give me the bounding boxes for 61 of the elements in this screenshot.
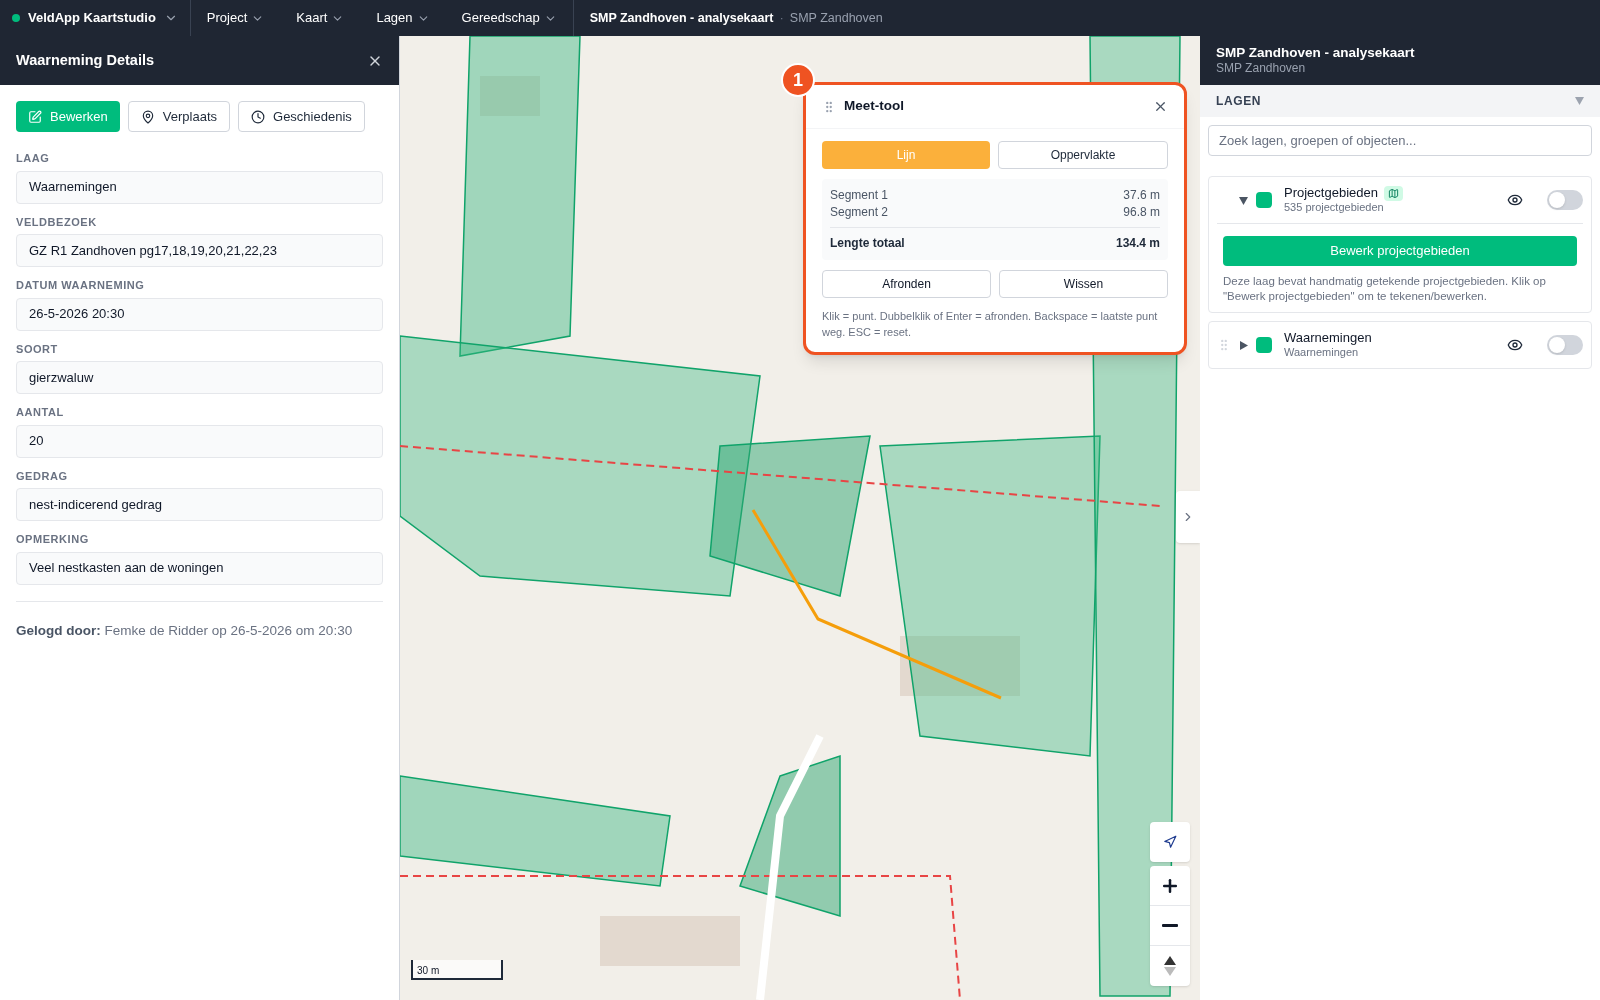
- map-pin-icon: [140, 109, 155, 124]
- visibility-icon[interactable]: [1507, 192, 1523, 208]
- search-field[interactable]: Zoek lagen, groepen of objecten...: [1208, 125, 1592, 156]
- field-label: SOORT: [16, 341, 59, 357]
- pencil-icon: [28, 109, 42, 124]
- field-label: AANTAL: [16, 405, 65, 420]
- field-label: DATUM WAARNEMING: [16, 278, 146, 293]
- compass-icon: [1163, 835, 1177, 849]
- clock-icon: [251, 109, 265, 124]
- layer-description: Deze laag bevat handmatig getekende projectgebieden. Klik op "Bewerk projectgebieden" om te tekenen/bewerken.: [1223, 274, 1547, 304]
- minus-icon: [1162, 924, 1178, 927]
- logged-by-text: Gelogd door: Femke de Ridder op 26-5-2026 om 20:30: [16, 622, 353, 638]
- panel-subtitle: SMP Zandhoven: [1216, 61, 1307, 77]
- project-name: SMP Zandhoven: [789, 9, 883, 27]
- expand-caret-icon[interactable]: [1239, 340, 1248, 350]
- field-label: VELDBEZOEK: [16, 214, 98, 230]
- north-arrow-icon: [1163, 955, 1177, 977]
- menu-item[interactable]: Gereedschap: [445, 0, 573, 36]
- tool-button[interactable]: Afronden: [822, 270, 991, 298]
- layer-count: Waarnemingen: [1284, 346, 1360, 360]
- help-text: Klik = punt. Dubbelklik of Enter = afronden. Backspace = laatste punt weg. ESC = reset.: [822, 309, 1159, 340]
- separator-dot: ·: [779, 9, 784, 28]
- scale-bar: 30 m: [411, 960, 503, 980]
- field-value[interactable]: GZ R1 Zandhoven pg17,18,19,20,21,22,23: [16, 234, 383, 267]
- action-button[interactable]: Verplaats: [127, 101, 230, 132]
- field-value[interactable]: 26-5-2026 20:30: [16, 297, 383, 331]
- field-value[interactable]: Waarnemingen: [16, 170, 383, 204]
- layer-name: Waarnemingen: [1284, 330, 1372, 347]
- field-value[interactable]: Veel nestkasten aan de woningen: [16, 551, 383, 585]
- field-value[interactable]: 20: [16, 424, 383, 458]
- total-length: 134.4 m: [1115, 235, 1160, 252]
- segment-label: Segment 1: [830, 187, 889, 204]
- field-value[interactable]: gierzwaluw: [16, 361, 383, 394]
- layer-swatch: [1256, 337, 1272, 353]
- layer-name: Projectgebieden: [1284, 185, 1378, 202]
- layer-swatch: [1256, 192, 1272, 208]
- field-label: GEDRAG: [16, 468, 69, 484]
- action-button[interactable]: Geschiedenis: [238, 101, 365, 132]
- panel-title: SMP Zandhoven - analysekaart: [1216, 44, 1416, 62]
- toggle-switch[interactable]: [1547, 335, 1583, 355]
- segment-length: 96.8 m: [1123, 204, 1160, 221]
- field-value[interactable]: nest-indicerend gedrag: [16, 488, 383, 521]
- map-title: SMP Zandhoven - analysekaart: [589, 9, 774, 27]
- segment-length: 37.6 m: [1123, 187, 1160, 204]
- panel-title: Waarneming Details: [16, 50, 155, 70]
- expand-caret-icon[interactable]: [1239, 195, 1248, 205]
- field-label: OPMERKING: [16, 532, 90, 547]
- close-icon[interactable]: [1153, 99, 1168, 114]
- section-header[interactable]: LAGEN: [1200, 85, 1600, 117]
- field-label: LAAG: [16, 151, 51, 166]
- total-label: Lengte totaal: [830, 235, 905, 252]
- menu-item[interactable]: Kaart: [280, 0, 361, 36]
- layer-count: 535 projectgebieden: [1284, 201, 1385, 215]
- tool-title: Meet-tool: [844, 97, 904, 116]
- tool-button[interactable]: Wissen: [999, 270, 1168, 298]
- menu-item[interactable]: Project: [190, 0, 281, 36]
- menu-item[interactable]: Lagen: [360, 0, 446, 36]
- toggle-switch[interactable]: [1547, 190, 1583, 210]
- segment-label: Segment 2: [830, 204, 889, 221]
- mode-tab[interactable]: Oppervlakte: [998, 141, 1168, 169]
- visibility-icon[interactable]: [1507, 337, 1523, 353]
